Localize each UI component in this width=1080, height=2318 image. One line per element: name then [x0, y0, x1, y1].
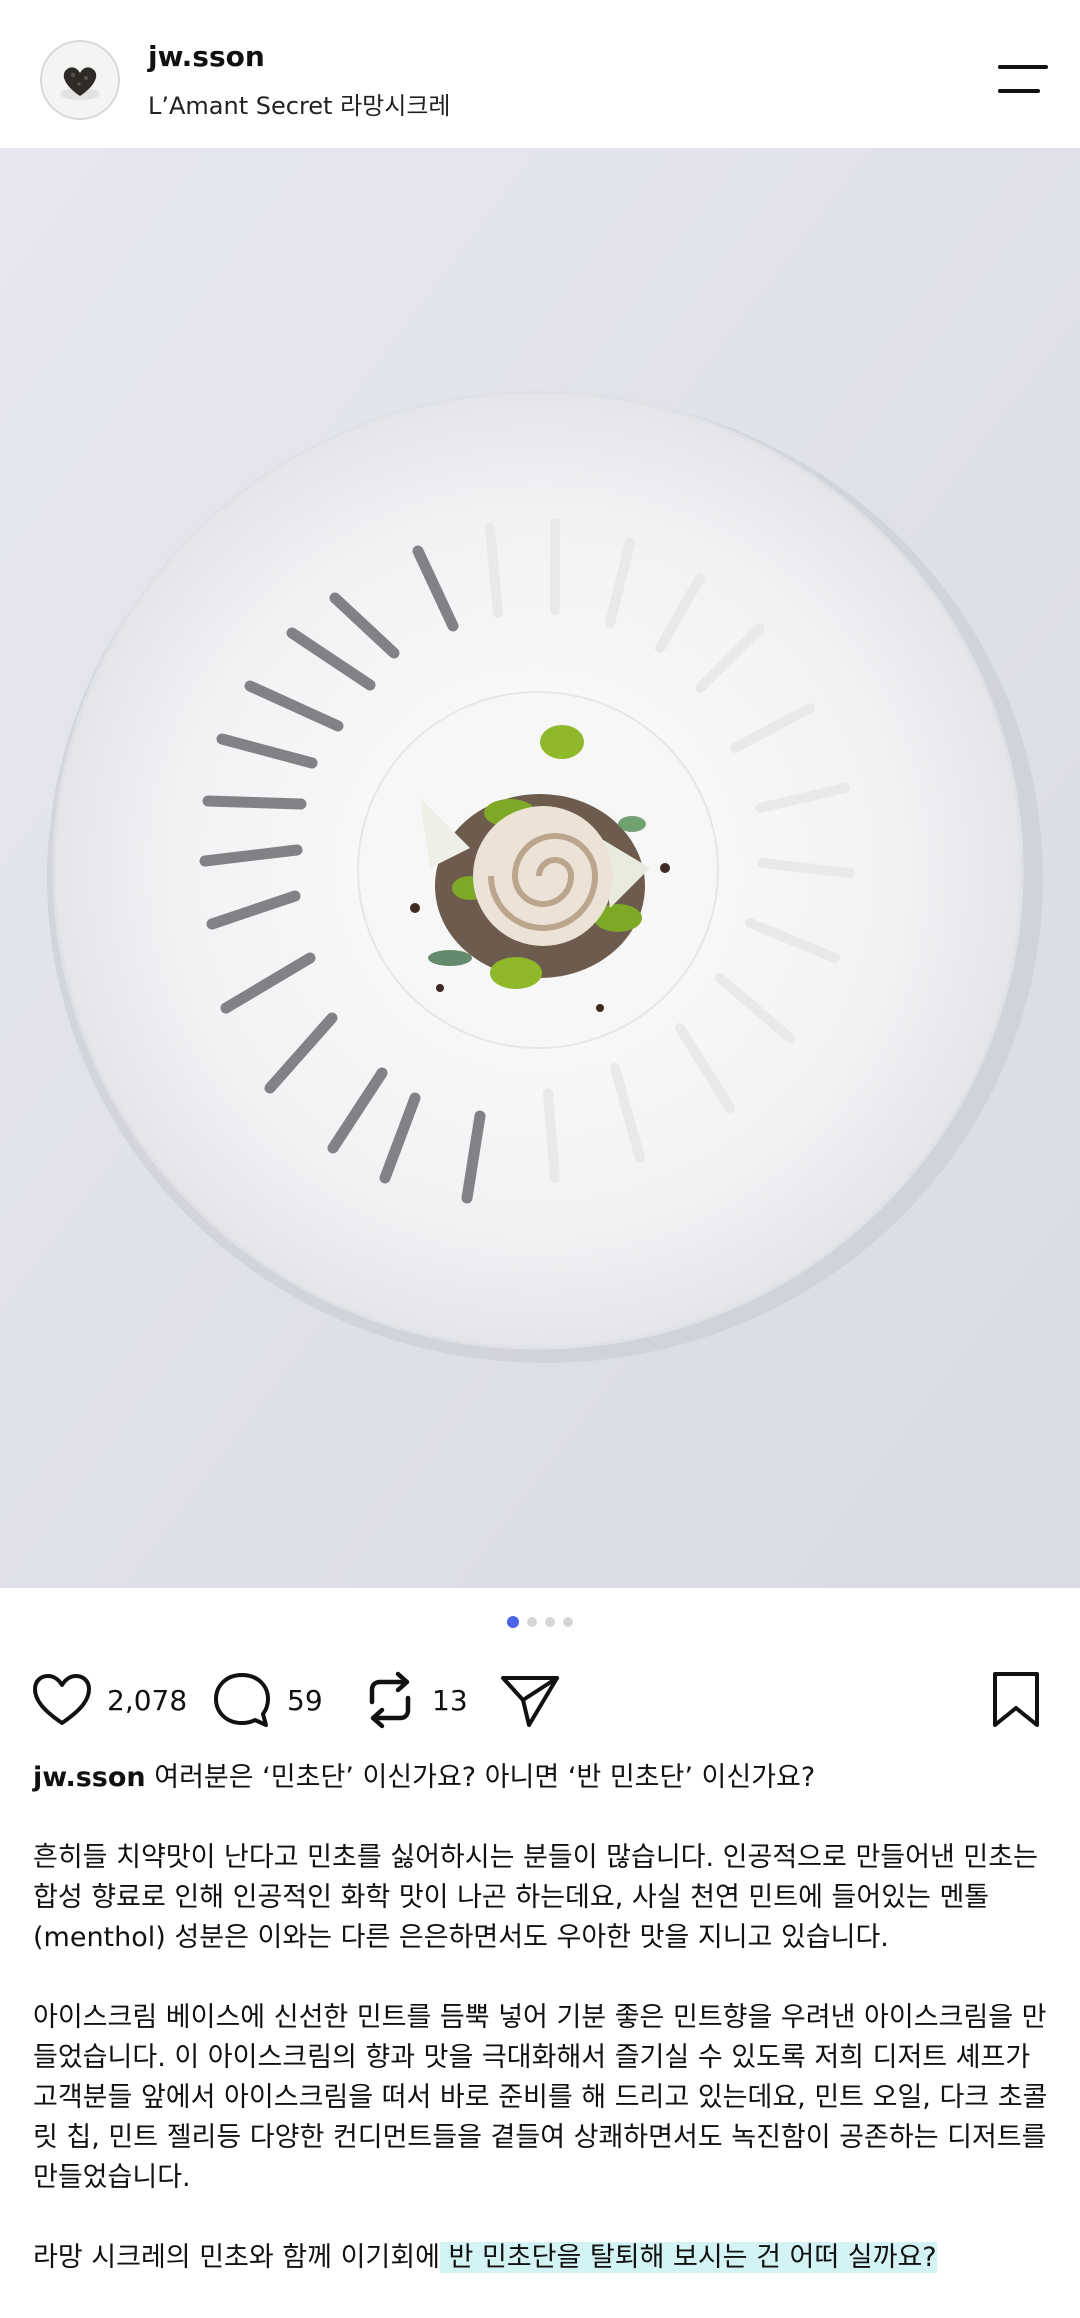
- highlighted-text: 반 민초단을 탈퇴해 보시는 건 어떠 실까요?: [439, 2242, 937, 2273]
- like-count: 2,078: [107, 1683, 188, 1717]
- carousel-indicator[interactable]: [0, 1616, 1080, 1637]
- repost-icon[interactable]: [362, 1670, 418, 1730]
- caption-text: 라망 시크레의 민초와 함께 이기회에: [33, 2242, 440, 2273]
- caption-paragraph: 흔히들 치약맛이 난다고 민초를 싫어하시는 분들이 많습니다. 인공적으로 만…: [33, 1842, 1038, 1953]
- post-caption: jw.sson 여러분은 ‘민초단’ 이신가요? 아니면 ‘반 민초단’ 이신가…: [33, 1758, 1048, 2318]
- heart-truffle-logo: [42, 42, 118, 118]
- hamburger-menu-icon[interactable]: [990, 60, 1050, 100]
- avatar[interactable]: [40, 40, 120, 120]
- comment-count: 59: [287, 1683, 323, 1717]
- caption-username[interactable]: jw.sson: [33, 1762, 146, 1793]
- heart-icon[interactable]: [31, 1672, 93, 1728]
- post-header: jw.sson L’Amant Secret 라망시크레: [0, 0, 1080, 149]
- header-username[interactable]: jw.sson: [148, 40, 265, 73]
- caption-paragraph: 라망 시크레의 민초와 함께 이기회에 반 민초단을 탈퇴해 보시는 건 어떠 …: [33, 2238, 1048, 2278]
- repost-count: 13: [432, 1683, 468, 1717]
- send-icon[interactable]: [499, 1670, 561, 1730]
- post-photo[interactable]: [0, 148, 1080, 1588]
- carousel-dot[interactable]: [545, 1617, 555, 1627]
- caption-first-line: jw.sson 여러분은 ‘민초단’ 이신가요? 아니면 ‘반 민초단’ 이신가…: [33, 1758, 1048, 1798]
- carousel-dot[interactable]: [527, 1617, 537, 1627]
- caption-paragraph: 아이스크림 베이스에 신선한 민트를 듬뿍 넣어 기분 좋은 민트향을 우려낸 …: [33, 2002, 1048, 2193]
- bookmark-button[interactable]: [990, 1668, 1042, 1732]
- comment-button[interactable]: 59: [211, 1668, 323, 1732]
- comment-icon[interactable]: [211, 1670, 273, 1730]
- caption-text: 여러분은 ‘민초단’ 이신가요? 아니면 ‘반 민초단’ 이신가요?: [154, 1762, 816, 1793]
- plated-dessert-image: [0, 148, 1080, 1588]
- repost-button[interactable]: 13: [362, 1668, 468, 1732]
- header-location[interactable]: L’Amant Secret 라망시크레: [148, 86, 451, 121]
- carousel-dot[interactable]: [563, 1617, 573, 1627]
- carousel-dot-active[interactable]: [507, 1616, 519, 1628]
- bookmark-icon[interactable]: [990, 1670, 1042, 1730]
- share-button[interactable]: [499, 1668, 561, 1732]
- like-button[interactable]: 2,078: [31, 1668, 187, 1732]
